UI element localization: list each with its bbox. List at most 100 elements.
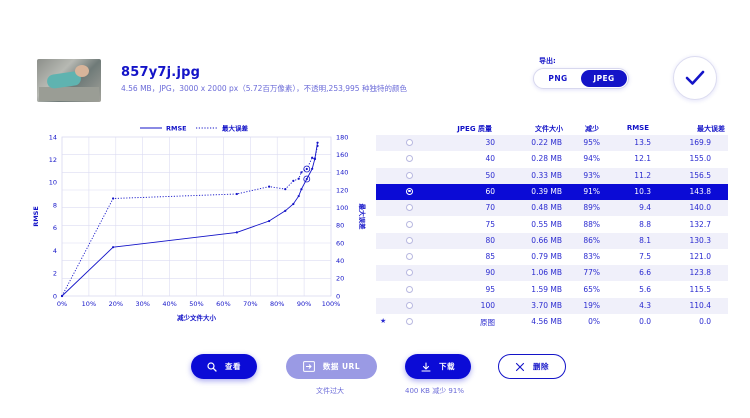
col-header-rmse: RMSE [626, 124, 649, 132]
data-point [311, 156, 314, 159]
quality-radio[interactable] [406, 171, 413, 179]
data-url-note: 文件过大 [316, 387, 344, 395]
data-url-button[interactable]: 数据 URL [286, 354, 377, 379]
download-button[interactable]: 下载 [405, 354, 471, 379]
quality-radio[interactable] [406, 253, 413, 261]
data-point [235, 192, 238, 196]
data-point [235, 231, 238, 234]
table-row[interactable]: 30 0.22 MB 95% 13.5 169.9 [376, 135, 728, 151]
x-tick-label: 70% [243, 300, 257, 308]
data-point [112, 197, 115, 200]
table-row[interactable]: 80 0.66 MB 86% 8.1 130.3 [376, 232, 728, 249]
table-row[interactable]: 75 0.55 MB 88% 8.8 132.7 [376, 217, 728, 233]
quality-radio[interactable] [406, 155, 413, 163]
cell-reduction: 77% [583, 268, 600, 278]
cell-size: 3.70 MB [531, 301, 562, 310]
quality-radio[interactable] [406, 269, 413, 277]
y-axis-label: RMSE [32, 206, 40, 227]
y2-tick-label: 80 [336, 222, 344, 230]
quality-radio[interactable] [406, 139, 413, 146]
data-point [284, 209, 287, 212]
cell-quality: 95 [485, 284, 495, 294]
cell-max-error: 140.0 [689, 203, 711, 213]
cell-max-error: 123.8 [689, 268, 711, 278]
data-url-button-label: 数据 URL [322, 362, 361, 371]
quality-radio[interactable] [406, 187, 413, 195]
format-jpeg-button[interactable]: JPEG [581, 70, 627, 87]
cell-reduction: 93% [583, 170, 600, 180]
y2-tick-label: 120 [336, 186, 348, 194]
cell-quality: 100 [480, 301, 495, 310]
table-row[interactable]: 95 1.59 MB 65% 5.6 115.5 [376, 282, 728, 298]
view-button-label: 查看 [225, 362, 241, 371]
col-header-size: 文件大小 [535, 125, 563, 133]
cell-max-error: 132.7 [689, 219, 711, 229]
cell-max-error: 0.0 [699, 317, 711, 327]
data-point [300, 171, 303, 174]
cell-max-error: 155.0 [689, 154, 711, 164]
cell-reduction: 91% [583, 186, 600, 196]
table-row[interactable]: 100 3.70 MB 19% 4.3 110.4 [376, 298, 728, 314]
cell-rmse: 0.0 [639, 317, 651, 327]
table-row[interactable]: 70 0.48 MB 89% 9.4 140.0 [376, 200, 728, 217]
cell-reduction: 83% [583, 252, 600, 262]
table-row[interactable]: 90 1.06 MB 77% 6.6 123.8 [376, 265, 728, 282]
image-thumbnail [37, 59, 101, 102]
cell-size: 0.66 MB [531, 235, 562, 245]
y-tick-label: 4 [53, 247, 57, 255]
table-row[interactable]: 40 0.28 MB 94% 12.1 155.0 [376, 151, 728, 167]
quality-radio[interactable] [406, 318, 413, 326]
cell-size: 0.79 MB [531, 252, 562, 262]
y2-tick-label: 100 [336, 204, 348, 212]
cell-size: 1.06 MB [531, 268, 562, 278]
delete-button[interactable]: 删除 [498, 354, 566, 379]
table-row[interactable]: 60 0.39 MB 91% 10.3 143.8 [376, 183, 728, 201]
cell-quality: 90 [485, 268, 495, 278]
cell-quality: 60 [485, 186, 495, 196]
cell-quality: 40 [485, 154, 495, 164]
table-row[interactable]: ★ 原图 4.56 MB 0% 0.0 0.0 [376, 314, 728, 330]
data-point [268, 185, 271, 188]
original-star-icon: ★ [380, 317, 387, 326]
quality-radio[interactable] [406, 236, 413, 244]
cell-size: 4.56 MB [531, 317, 562, 327]
y2-axis-label: 最大误差 [358, 204, 367, 231]
x-axis-label: 减少文件大小 [177, 313, 217, 322]
data-point [292, 202, 295, 206]
cell-rmse: 11.2 [634, 170, 651, 180]
quality-chart: 0% 10% 20% 30% 40% 50% 60% 70% 80% 90% 100%0204060… [32, 123, 367, 322]
quality-radio[interactable] [406, 302, 413, 309]
cell-max-error: 115.5 [689, 284, 711, 294]
cell-reduction: 95% [583, 138, 600, 147]
data-point [112, 246, 115, 249]
cell-max-error: 156.5 [689, 170, 711, 180]
data-point [313, 157, 316, 161]
view-button[interactable]: 查看 [191, 354, 257, 379]
cell-quality: 30 [485, 138, 495, 147]
confirm-button[interactable] [673, 56, 717, 100]
cell-rmse: 10.3 [634, 186, 651, 196]
y-tick-label: 0 [53, 292, 57, 300]
quality-radio[interactable] [406, 204, 413, 212]
cell-size: 0.55 MB [531, 219, 562, 229]
cell-size: 0.28 MB [531, 154, 562, 164]
format-png-button[interactable]: PNG [535, 70, 581, 87]
quality-radio[interactable] [406, 220, 413, 228]
table-row[interactable]: 85 0.79 MB 83% 7.5 121.0 [376, 249, 728, 265]
table-row[interactable]: 50 0.33 MB 93% 11.2 156.5 [376, 167, 728, 184]
cell-rmse: 8.1 [639, 235, 651, 245]
y2-tick-label: 40 [336, 257, 344, 265]
cell-max-error: 110.4 [689, 301, 711, 310]
close-icon [515, 362, 525, 371]
cell-reduction: 86% [583, 235, 600, 245]
y-tick-label: 12 [49, 156, 57, 164]
export-label: 导出: [539, 57, 556, 65]
legend-label: RMSE [166, 124, 187, 132]
download-note: 400 KB 减少 91% [405, 387, 464, 395]
quality-radio[interactable] [406, 285, 413, 293]
cell-reduction: 89% [583, 203, 600, 213]
cell-max-error: 169.9 [689, 138, 711, 147]
y-tick-label: 10 [49, 179, 57, 187]
x-tick-label: 40% [162, 300, 176, 308]
download-button-label: 下载 [439, 362, 455, 371]
